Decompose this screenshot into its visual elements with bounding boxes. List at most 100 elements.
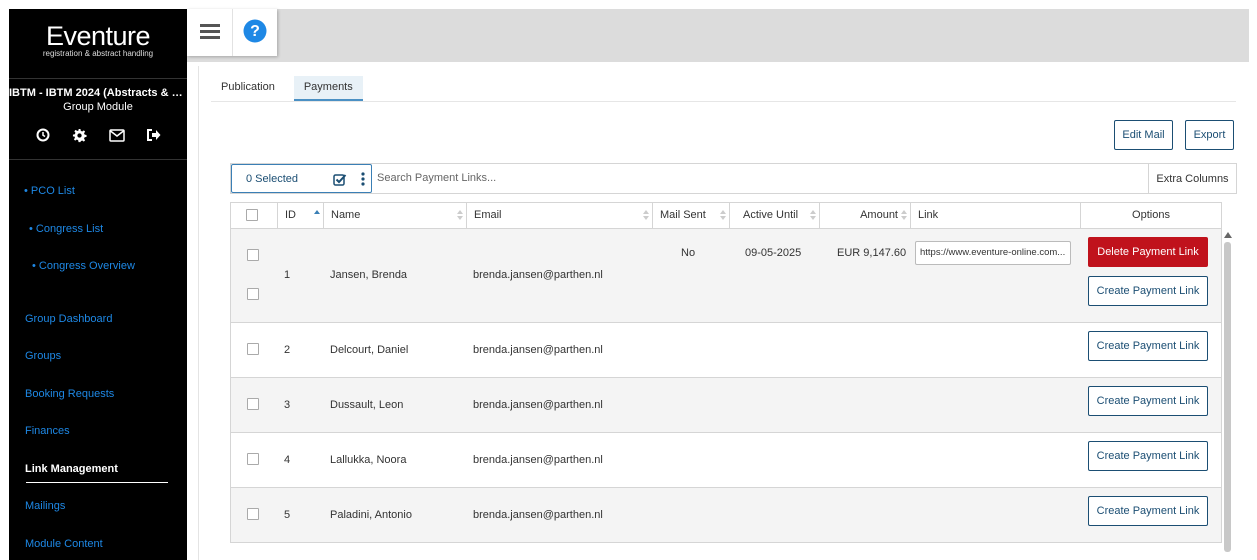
sidebar-item-congress-overview[interactable]: • Congress Overview [32, 260, 135, 272]
row-name: Delcourt, Daniel [330, 344, 409, 356]
row-id: 4 [284, 454, 291, 466]
delete-payment-link-button[interactable]: Delete Payment Link [1088, 237, 1208, 267]
row-id: 3 [284, 399, 291, 411]
row-checkbox[interactable] [247, 453, 259, 465]
brand-logo[interactable]: Eventure registration & abstract handlin… [9, 9, 187, 79]
select-all-icon[interactable] [333, 173, 347, 189]
content-card: Publication Payments Edit Mail Export 0 … [198, 66, 1249, 560]
event-module: Group Module [63, 101, 133, 113]
table-scrollbar[interactable] [1222, 228, 1234, 552]
row-name: Jansen, Brenda [330, 269, 408, 281]
payment-links-table: ID Name Email Mail Sent Active Until Amo… [230, 202, 1222, 543]
sidebar-item-pco-list[interactable]: • PCO List [24, 185, 75, 197]
sidebar-divider [9, 159, 187, 160]
gear-icon[interactable] [71, 126, 89, 144]
row-checkbox[interactable] [247, 508, 259, 520]
hamburger-icon [199, 23, 220, 43]
edit-mail-button[interactable]: Edit Mail [1114, 120, 1173, 150]
brand-tagline: registration & abstract handling [42, 49, 154, 58]
svg-text:?: ? [250, 23, 260, 40]
sidebar: Eventure registration & abstract handlin… [9, 9, 187, 560]
sort-icon [810, 210, 816, 220]
logout-icon[interactable] [145, 126, 163, 144]
sidebar-item-link-management[interactable]: Link Management [25, 463, 118, 475]
scrollbar-thumb[interactable] [1224, 242, 1231, 552]
table-row: 4 Lallukka, Noora brenda.jansen@parthen.… [230, 433, 1222, 488]
tab-bar: Publication Payments [211, 76, 363, 101]
header-link: Link [910, 203, 1080, 228]
table-row: 2 Delcourt, Daniel brenda.jansen@parthen… [230, 323, 1222, 378]
mail-icon[interactable] [108, 126, 126, 144]
top-bar [187, 9, 1249, 62]
row-checkbox[interactable] [247, 398, 259, 410]
table-row: 3 Dussault, Leon brenda.jansen@parthen.n… [230, 378, 1222, 433]
sort-asc-icon [314, 210, 320, 220]
sidebar-item-finances[interactable]: Finances [25, 425, 70, 437]
create-payment-link-button[interactable]: Create Payment Link [1088, 331, 1208, 361]
row-email: brenda.jansen@parthen.nl [473, 509, 603, 521]
tab-divider [211, 101, 1236, 102]
row-name: Dussault, Leon [330, 399, 404, 411]
row-id: 2 [284, 344, 291, 356]
search-input[interactable]: Search Payment Links... [377, 172, 496, 184]
sidebar-item-module-content[interactable]: Module Content [25, 538, 103, 550]
sidebar-item-congress-list[interactable]: • Congress List [29, 223, 103, 235]
table-toolbar: 0 Selected Search Payment Links... Extra… [230, 163, 1237, 194]
sidebar-item-groups[interactable]: Groups [25, 350, 61, 362]
row-amount: EUR 9,147.60 [837, 247, 907, 259]
table-row: 1 Jansen, Brenda brenda.jansen@parthen.n… [230, 229, 1222, 323]
header-email[interactable]: Email [466, 203, 652, 228]
header-id[interactable]: ID [277, 203, 323, 228]
row-checkbox[interactable] [247, 343, 259, 355]
scroll-up-arrow-icon[interactable] [1224, 232, 1232, 238]
help-icon: ? [243, 19, 267, 46]
row-checkbox[interactable] [247, 249, 259, 261]
header-name[interactable]: Name [323, 203, 466, 228]
sidebar-item-group-dashboard[interactable]: Group Dashboard [25, 313, 112, 325]
brand-name: Eventure [45, 21, 151, 51]
sort-icon [457, 210, 463, 220]
create-payment-link-button[interactable]: Create Payment Link [1088, 441, 1208, 471]
sort-icon [643, 210, 649, 220]
top-buttons: ? [187, 9, 277, 56]
row-name: Lallukka, Noora [330, 454, 407, 466]
header-select-all [231, 203, 277, 228]
header-options: Options [1080, 203, 1221, 228]
sort-icon [720, 210, 726, 220]
sort-icon [901, 210, 907, 220]
sidebar-icon-bar [9, 126, 187, 146]
menu-toggle-button[interactable] [187, 9, 232, 56]
sidebar-item-mailings[interactable]: Mailings [25, 500, 65, 512]
active-item-underline [26, 482, 168, 483]
row-checkbox[interactable] [247, 288, 259, 300]
table-header: ID Name Email Mail Sent Active Until Amo… [230, 202, 1222, 229]
row-email: brenda.jansen@parthen.nl [473, 454, 603, 466]
row-email: brenda.jansen@parthen.nl [473, 269, 603, 281]
more-options-icon[interactable] [361, 172, 365, 189]
clock-icon[interactable] [34, 126, 52, 144]
create-payment-link-button[interactable]: Create Payment Link [1088, 276, 1208, 306]
table-row: 5 Paladini, Antonio brenda.jansen@parthe… [230, 488, 1222, 543]
row-email: brenda.jansen@parthen.nl [473, 344, 603, 356]
row-id: 1 [284, 269, 291, 281]
header-checkbox[interactable] [246, 209, 258, 221]
row-active-until: 09-05-2025 [745, 247, 802, 259]
tab-payments[interactable]: Payments [293, 76, 363, 101]
row-id: 5 [284, 509, 291, 521]
header-active-until[interactable]: Active Until [729, 203, 819, 228]
header-amount[interactable]: Amount [819, 203, 910, 228]
row-mail-sent: No [681, 247, 696, 259]
header-mail-sent[interactable]: Mail Sent [652, 203, 729, 228]
sidebar-item-booking-requests[interactable]: Booking Requests [25, 388, 114, 400]
event-title: IBTM - IBTM 2024 (Abstracts & Par... [9, 87, 187, 99]
extra-columns-button[interactable]: Extra Columns [1148, 164, 1236, 193]
selection-box[interactable]: 0 Selected [231, 164, 372, 193]
export-button[interactable]: Export [1185, 120, 1234, 150]
help-button[interactable]: ? [232, 9, 277, 56]
selected-count: 0 Selected [246, 173, 298, 185]
create-payment-link-button[interactable]: Create Payment Link [1088, 386, 1208, 416]
create-payment-link-button[interactable]: Create Payment Link [1088, 496, 1208, 526]
row-name: Paladini, Antonio [330, 509, 412, 521]
payment-link-field[interactable]: https://www.eventure-online.com... [915, 241, 1071, 265]
tab-publication[interactable]: Publication [211, 76, 285, 101]
